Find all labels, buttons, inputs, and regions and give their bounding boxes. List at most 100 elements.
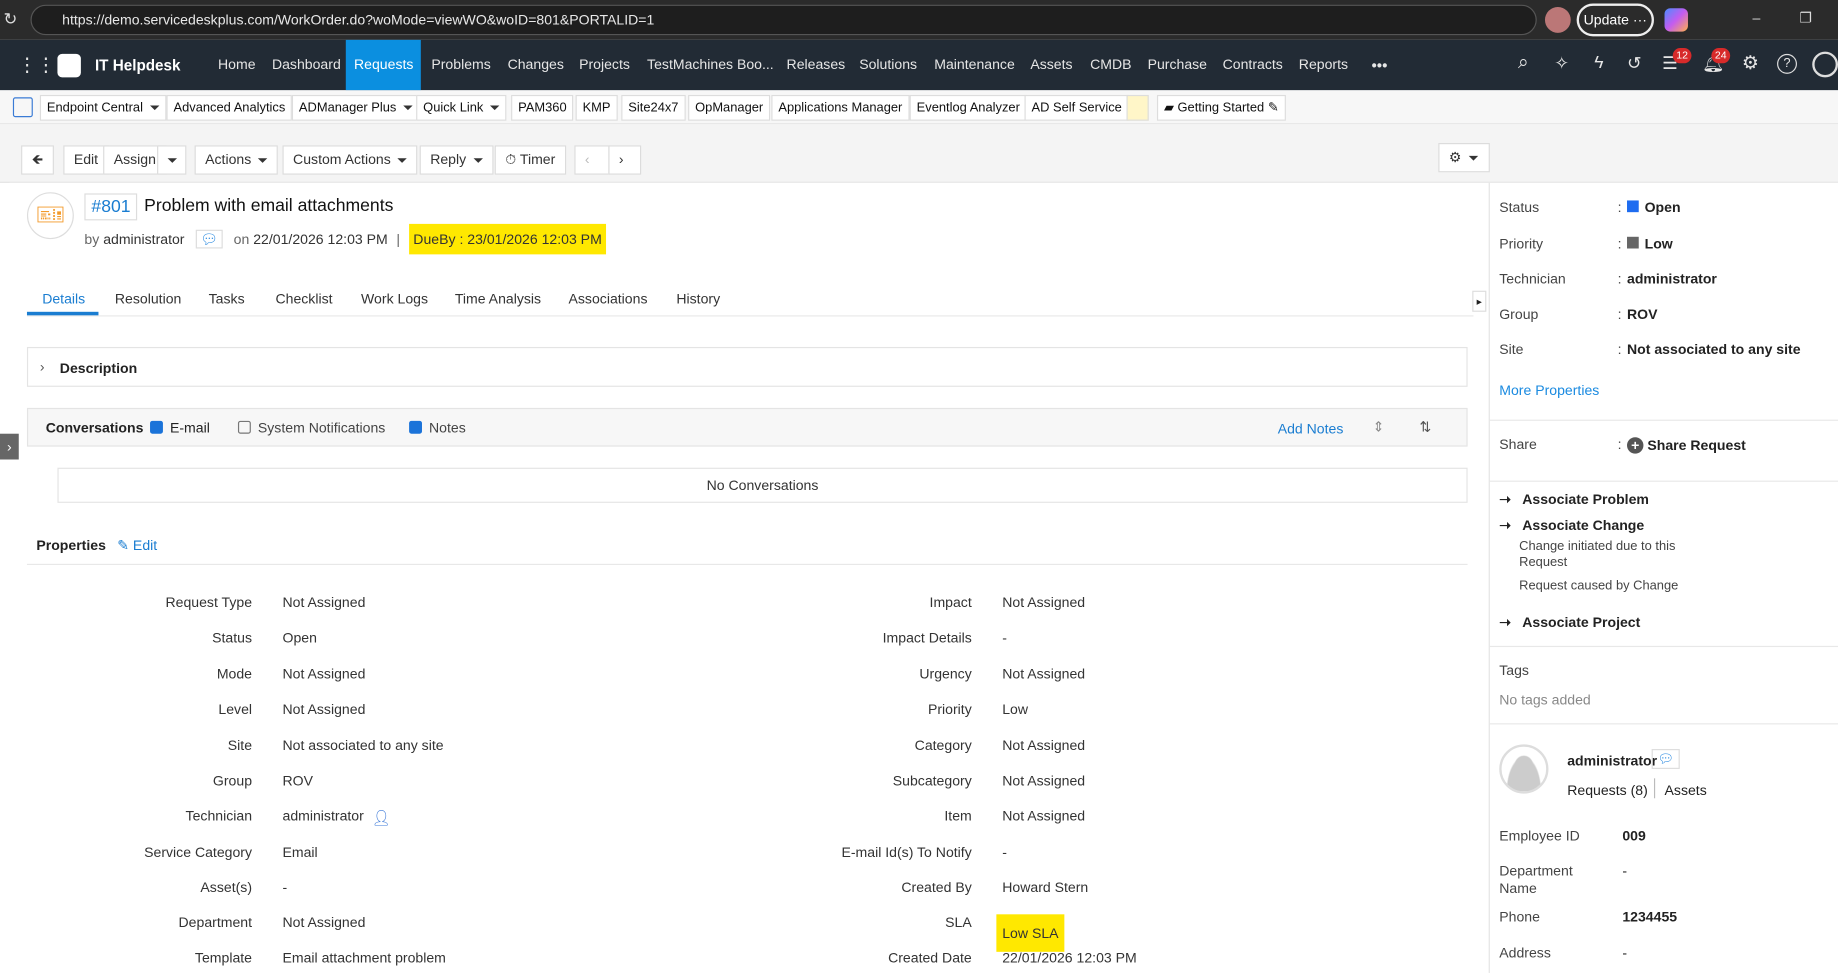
nav-dashboard[interactable]: Dashboard [264, 40, 349, 90]
nav-projects[interactable]: Projects [571, 40, 638, 90]
address-bar[interactable]: https://demo.servicedeskplus.com/WorkOrd… [30, 4, 1537, 36]
help-icon[interactable]: ? [1777, 53, 1797, 74]
link-getting-started[interactable]: ▰ Getting Started ✎ [1156, 94, 1286, 121]
link-applications-manager[interactable]: Applications Manager [771, 94, 910, 121]
add-integration-icon[interactable] [12, 97, 33, 118]
reload-icon[interactable]: ↻ [4, 9, 18, 29]
requester-name[interactable]: administrator [1567, 753, 1657, 769]
nav-maintenance[interactable]: Maintenance [926, 40, 1023, 90]
tabs-scroll-right[interactable]: ▸ [1472, 290, 1487, 312]
associate-change-link[interactable]: ➝ Associate Change [1499, 517, 1644, 533]
previous-button[interactable]: ‹ [574, 145, 610, 175]
tab-resolution[interactable]: Resolution [115, 291, 181, 307]
nav-releases[interactable]: Releases [778, 40, 853, 90]
assign-dropdown[interactable] [157, 145, 187, 175]
link-opmanager[interactable]: OpManager [688, 94, 771, 121]
link-ad-self-service[interactable]: AD Self Service [1024, 94, 1129, 121]
next-button[interactable]: › [608, 145, 642, 175]
link-admanager-plus[interactable]: ADManager Plus [291, 94, 420, 121]
user-avatar-icon[interactable] [1812, 51, 1838, 78]
system-notifications-checkbox[interactable]: System Notifications [237, 420, 385, 436]
info-label: Department Name [1499, 862, 1573, 897]
link-kmp[interactable]: KMP [575, 94, 618, 121]
link-site24x7[interactable]: Site24x7 [621, 94, 686, 121]
request-id: #801 [84, 193, 138, 221]
requester-assets-link[interactable]: Assets [1665, 782, 1707, 798]
gear-icon[interactable]: ⚙ [1742, 52, 1759, 75]
history-icon[interactable]: ↺ [1627, 53, 1642, 74]
nav-solutions[interactable]: Solutions [851, 40, 925, 90]
request-caused-link[interactable]: Request caused by Change [1519, 579, 1678, 593]
chat-icon[interactable]: 💬︎ [195, 229, 223, 249]
link-eventlog-analyzer[interactable]: Eventlog Analyzer [909, 94, 1027, 121]
notes-checkbox[interactable]: Notes [409, 420, 466, 436]
more-properties-link[interactable]: More Properties [1499, 382, 1599, 398]
nav-problems[interactable]: Problems [423, 40, 499, 90]
link-pam360[interactable]: PAM360 [511, 94, 574, 121]
technician-icon[interactable]: 👤︎ [372, 809, 391, 828]
settings-dropdown[interactable]: ⚙ [1438, 143, 1490, 173]
copilot-icon[interactable] [1664, 8, 1688, 32]
no-tags-text: No tags added [1499, 691, 1591, 709]
associate-problem-link[interactable]: ➝ Associate Problem [1499, 491, 1649, 507]
sort-icon[interactable]: ⇕ [1373, 418, 1385, 434]
minimize-icon[interactable]: – [1752, 9, 1760, 25]
ticket-icon: 🎫︎ [26, 192, 74, 240]
back-button[interactable]: 🡸 [21, 145, 54, 175]
update-button[interactable]: Update ··· [1576, 3, 1654, 37]
conversations-label: Conversations [45, 419, 144, 437]
share-request-button[interactable]: + Share Request [1627, 437, 1746, 454]
profile-avatar[interactable] [1544, 7, 1571, 33]
nav-changes[interactable]: Changes [499, 40, 572, 90]
custom-actions-button[interactable]: Custom Actions [282, 145, 418, 175]
link-endpoint-central[interactable]: Endpoint Central [39, 94, 167, 121]
requester-requests-link[interactable]: Requests (8) [1567, 782, 1648, 798]
expand-sidebar-icon[interactable]: › [0, 433, 19, 460]
chat-icon[interactable]: 💬︎ [1651, 749, 1680, 769]
gear-icon: ⚙ [1448, 148, 1462, 166]
change-initiated-link[interactable]: Change initiated due to this Request [1519, 538, 1695, 571]
link-advanced-analytics[interactable]: Advanced Analytics [166, 94, 293, 121]
associate-project-link[interactable]: ➝ Associate Project [1499, 614, 1640, 630]
reply-button[interactable]: Reply [419, 145, 494, 175]
url-text: https://demo.servicedeskplus.com/WorkOrd… [62, 11, 655, 29]
separator [1653, 778, 1656, 799]
nav-contracts[interactable]: Contracts [1214, 40, 1291, 90]
description-section[interactable]: › Description [26, 346, 1468, 387]
tab-details[interactable]: Details [42, 291, 85, 307]
property-label: Department [178, 914, 253, 931]
property-value: Howard Stern [1002, 879, 1089, 896]
search-icon[interactable]: ⌕ [1518, 53, 1529, 74]
actions-button[interactable]: Actions [194, 145, 279, 175]
notes-icon[interactable] [1126, 94, 1149, 121]
nav-cmdb[interactable]: CMDB [1082, 40, 1140, 90]
info-value: 009 [1622, 827, 1646, 844]
info-label: Phone [1499, 908, 1540, 925]
tab-tasks[interactable]: Tasks [209, 291, 245, 307]
side-divider [1489, 723, 1838, 725]
timer-button[interactable]: ⏱ Timer [494, 145, 566, 175]
email-filter-checkbox[interactable]: E-mail [150, 420, 210, 436]
author-link[interactable]: administrator [103, 231, 184, 247]
nav-assets[interactable]: Assets [1022, 40, 1081, 90]
tab-checklist[interactable]: Checklist [275, 291, 332, 307]
nav-reports[interactable]: Reports [1291, 40, 1357, 90]
nav-home[interactable]: Home [210, 40, 264, 90]
nav-requests[interactable]: Requests [345, 39, 421, 91]
edit-button[interactable]: Edit [63, 145, 109, 175]
nav-purchase[interactable]: Purchase [1139, 40, 1215, 90]
tab-history[interactable]: History [676, 291, 720, 307]
restore-icon[interactable]: ❐ [1799, 9, 1812, 25]
sort-order-icon[interactable]: ⇅ [1420, 418, 1432, 434]
info-label: Employee ID [1499, 827, 1580, 844]
tab-associations[interactable]: Associations [569, 291, 648, 307]
add-notes-link[interactable]: Add Notes [1278, 421, 1344, 437]
nav-more[interactable]: ••• [1363, 40, 1395, 90]
quick-create-icon[interactable]: ✧ [1554, 53, 1569, 74]
nav-testmachines[interactable]: TestMachines Boo... [639, 40, 782, 90]
lightning-icon[interactable]: ϟ [1594, 53, 1603, 73]
tab-work-logs[interactable]: Work Logs [361, 291, 428, 307]
tab-time-analysis[interactable]: Time Analysis [455, 291, 541, 307]
properties-edit-link[interactable]: ✎ Edit [117, 537, 157, 553]
link-quick-link[interactable]: Quick Link [416, 94, 507, 121]
